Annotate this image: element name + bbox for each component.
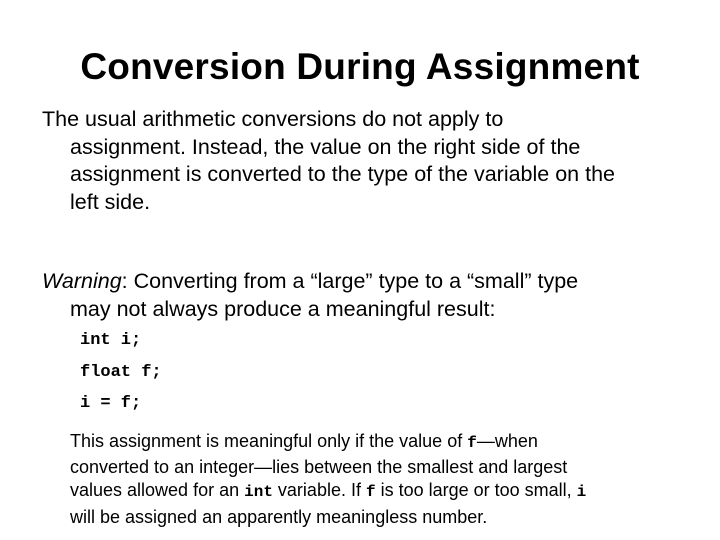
note-text: This assignment is meaningful only if th… bbox=[70, 431, 468, 451]
warning-text: : Converting from a “large” type to a “s… bbox=[121, 269, 579, 293]
paragraph-line: Warning: Converting from a “large” type … bbox=[42, 268, 712, 296]
paragraph-assignment-conversion: The usual arithmetic conversions do not … bbox=[42, 106, 712, 216]
code-line-declare-float: float f; bbox=[80, 363, 162, 382]
inline-code-i: i bbox=[576, 483, 587, 501]
paragraph-line: may not always produce a meaningful resu… bbox=[70, 296, 496, 321]
warning-label: Warning bbox=[42, 269, 122, 293]
code-line-assignment: i = f; bbox=[80, 394, 142, 413]
inline-code-int: int bbox=[244, 483, 273, 501]
paragraph-line: left side. bbox=[70, 189, 151, 214]
paragraph-line: assignment is converted to the type of t… bbox=[70, 162, 615, 186]
slide-title: Conversion During Assignment bbox=[80, 46, 640, 87]
note-text: variable. If bbox=[272, 480, 366, 500]
paragraph-warning: Warning: Converting from a “large” type … bbox=[42, 268, 712, 323]
inline-code-f: f bbox=[365, 483, 376, 501]
note-text: is too large or too small, bbox=[375, 480, 577, 500]
note-line: This assignment is meaningful only if th… bbox=[70, 428, 710, 456]
paragraph-line: assignment. Instead, the value on the ri… bbox=[70, 134, 581, 159]
inline-code-f: f bbox=[467, 434, 477, 452]
note-text: values allowed for an bbox=[70, 480, 245, 500]
paragraph-line: The usual arithmetic conversions do not … bbox=[42, 107, 504, 131]
note-text: —when bbox=[476, 431, 538, 451]
explanation-note: This assignment is meaningful only if th… bbox=[70, 428, 710, 530]
code-line-declare-int: int i; bbox=[80, 331, 142, 350]
note-line: values allowed for an int variable. If f… bbox=[70, 479, 710, 504]
note-line: converted to an integer—lies between the… bbox=[70, 457, 568, 477]
note-line: will be assigned an apparently meaningle… bbox=[70, 507, 488, 527]
